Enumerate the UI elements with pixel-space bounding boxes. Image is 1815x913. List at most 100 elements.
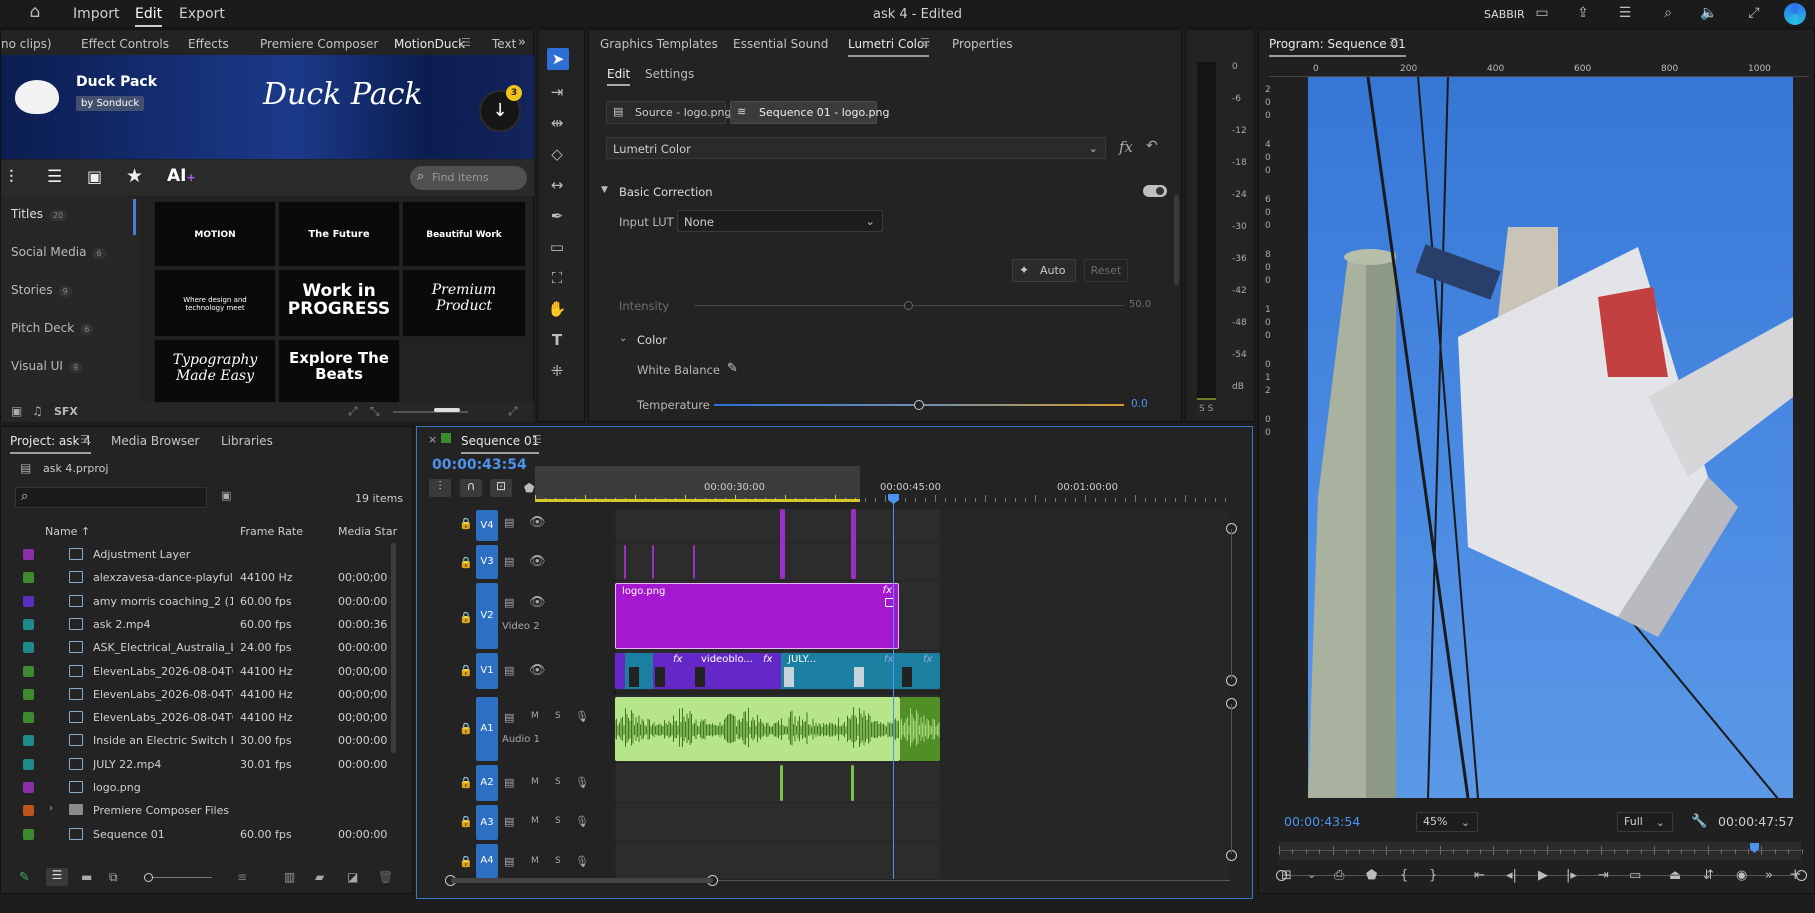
- a2-clip-marker[interactable]: [780, 765, 783, 801]
- a2-solo[interactable]: S: [555, 777, 561, 787]
- label-color-swatch[interactable]: [23, 595, 34, 607]
- project-row[interactable]: › Premiere Composer Files: [1, 799, 393, 822]
- slip-tool-icon[interactable]: ↔: [540, 172, 574, 198]
- tab-libraries[interactable]: Libraries: [221, 434, 273, 448]
- extract-icon[interactable]: ⇵: [1703, 868, 1714, 883]
- v3-clip-marker[interactable]: [780, 509, 785, 579]
- type-tool-icon[interactable]: T: [540, 327, 574, 353]
- project-row[interactable]: ElevenLabs_2026-08-04T06 44100 Hz 00;00;00: [1, 660, 393, 683]
- v1-clip[interactable]: [615, 653, 625, 689]
- label-color-swatch[interactable]: [23, 805, 34, 817]
- label-color-swatch[interactable]: [23, 758, 34, 770]
- duck-pack-banner[interactable]: Duck Pack by Sonduck Duck Pack ↓ 3: [1, 55, 534, 159]
- tab-premiere-composer[interactable]: Premiere Composer: [260, 37, 378, 51]
- tab-sequence-01[interactable]: Sequence 01: [461, 434, 540, 454]
- icon-view-icon[interactable]: ▬: [81, 870, 92, 884]
- media-icon[interactable]: ▣: [87, 167, 102, 186]
- a4-mic-icon[interactable]: 🎙: [575, 855, 589, 868]
- snap-icon[interactable]: ∩: [460, 479, 482, 497]
- new-search-bin-icon[interactable]: ▣: [221, 489, 231, 502]
- add-marker-icon[interactable]: ⬟: [524, 481, 534, 495]
- clip-audio-2[interactable]: [900, 697, 940, 761]
- program-video-frame[interactable]: [1308, 77, 1793, 798]
- a1-mic-icon[interactable]: 🎙: [575, 710, 589, 723]
- project-search-input[interactable]: ⌕: [15, 487, 207, 508]
- a1-solo[interactable]: S: [555, 711, 561, 721]
- tab-properties[interactable]: Properties: [952, 37, 1013, 51]
- clip-logo-png[interactable]: logo.png fx: [615, 583, 899, 649]
- zoom-slider[interactable]: [147, 877, 212, 878]
- find-items-search[interactable]: ⌕ Find items: [410, 166, 527, 190]
- lift-icon[interactable]: ⏏: [1669, 868, 1681, 883]
- tab-effects[interactable]: Effects: [188, 37, 229, 51]
- hand-tool-icon[interactable]: ✋: [540, 296, 574, 322]
- project-row[interactable]: ElevenLabs_2026-08-04T07 44100 Hz 00;00;00: [1, 706, 393, 729]
- temperature-value[interactable]: 0.0: [1131, 398, 1148, 410]
- v2-target[interactable]: V2: [476, 583, 498, 649]
- source-clip-button[interactable]: ▤ Source - logo.png: [606, 101, 731, 124]
- template-thumb-5[interactable]: Work in PROGRESS: [278, 269, 400, 337]
- v2-sync-icon[interactable]: ▤: [504, 596, 514, 609]
- v4-eye-icon[interactable]: 👁: [529, 515, 546, 530]
- size-slider-handle[interactable]: [434, 408, 460, 412]
- a3-lock-icon[interactable]: 🔒: [459, 815, 473, 828]
- crop-tool-icon[interactable]: ⛶: [540, 265, 574, 291]
- timeline-empty-area[interactable]: [940, 509, 1229, 880]
- v3-eye-icon[interactable]: 👁: [529, 554, 546, 569]
- a4-target[interactable]: A4: [476, 844, 498, 878]
- tab-project[interactable]: Project: ask 4: [10, 434, 91, 454]
- intensity-slider-handle[interactable]: [904, 301, 913, 310]
- v4-lock-icon[interactable]: 🔒: [459, 517, 473, 530]
- list-view-icon[interactable]: ☰: [46, 868, 68, 886]
- auto-button[interactable]: ✦ Auto: [1012, 259, 1076, 282]
- rectangle-tool-icon[interactable]: ▭: [540, 234, 574, 260]
- category-pitch-deck[interactable]: Pitch Deck 6: [11, 321, 94, 335]
- label-color-swatch[interactable]: [23, 782, 34, 793]
- menu-export[interactable]: Export: [179, 6, 225, 22]
- v3-sync-icon[interactable]: ▤: [504, 555, 514, 568]
- v1-target[interactable]: V1: [476, 653, 498, 689]
- home-icon[interactable]: ⌂: [26, 4, 44, 21]
- lumetri-scrollbar[interactable]: [1174, 195, 1179, 285]
- project-row[interactable]: amy morris coaching_2 (1). 60.00 fps 00:00…: [1, 590, 393, 613]
- tab-motionduck[interactable]: MotionDuck: [394, 37, 466, 57]
- a1-mute[interactable]: M: [531, 711, 539, 721]
- a2-mic-icon[interactable]: 🎙: [575, 776, 589, 789]
- new-item-icon[interactable]: ◪: [347, 870, 358, 884]
- razor-tool-icon[interactable]: ◇: [540, 141, 574, 167]
- panel-menu-icon[interactable]: ☰: [461, 36, 471, 49]
- timeline-menu-icon[interactable]: ☰: [532, 433, 542, 446]
- lumetri-menu-icon[interactable]: ☰: [920, 36, 930, 49]
- zoom-slider-handle[interactable]: [144, 873, 153, 882]
- expand-icon[interactable]: ⤢: [348, 404, 358, 419]
- project-row[interactable]: logo.png: [1, 776, 393, 799]
- label-color-swatch[interactable]: [23, 712, 34, 724]
- v3-clip-marker[interactable]: [693, 545, 695, 579]
- safe-margins-icon[interactable]: ⊞: [1281, 868, 1292, 883]
- step-back-icon[interactable]: ◂|: [1506, 868, 1517, 883]
- play-icon[interactable]: ▶: [1538, 868, 1548, 883]
- project-row[interactable]: Inside an Electric Switch Ho 30.00 fps 00:…: [1, 729, 393, 752]
- mark-in-icon[interactable]: {: [1400, 868, 1408, 883]
- sliders-icon[interactable]: ⫶: [9, 167, 14, 188]
- tab-no-clips[interactable]: no clips): [1, 37, 52, 51]
- category-social-media[interactable]: Social Media 6: [11, 245, 106, 259]
- fx-toggle[interactable]: fx: [1119, 138, 1133, 156]
- a4-lock-icon[interactable]: 🔒: [459, 855, 473, 868]
- tab-effect-controls[interactable]: Effect Controls: [81, 37, 169, 51]
- v3-lock-icon[interactable]: 🔒: [459, 556, 473, 569]
- write-on-icon[interactable]: ✎: [19, 870, 30, 885]
- program-scrubber[interactable]: [1279, 842, 1803, 860]
- v4-target[interactable]: V4: [476, 510, 498, 541]
- a2-lock-icon[interactable]: 🔒: [459, 776, 473, 789]
- a2-sync-icon[interactable]: ▤: [504, 776, 514, 789]
- audio-vertical-scroll[interactable]: [1231, 704, 1232, 854]
- reset-effect-icon[interactable]: ↶: [1146, 138, 1158, 154]
- a2-target[interactable]: A2: [476, 765, 498, 801]
- user-name[interactable]: SABBIR: [1484, 8, 1525, 21]
- subtab-settings[interactable]: Settings: [645, 67, 694, 81]
- color-section-header[interactable]: Color: [637, 333, 667, 347]
- v3-clip-marker[interactable]: [652, 545, 654, 579]
- label-color-swatch[interactable]: [23, 735, 34, 747]
- reset-button[interactable]: Reset: [1084, 259, 1128, 282]
